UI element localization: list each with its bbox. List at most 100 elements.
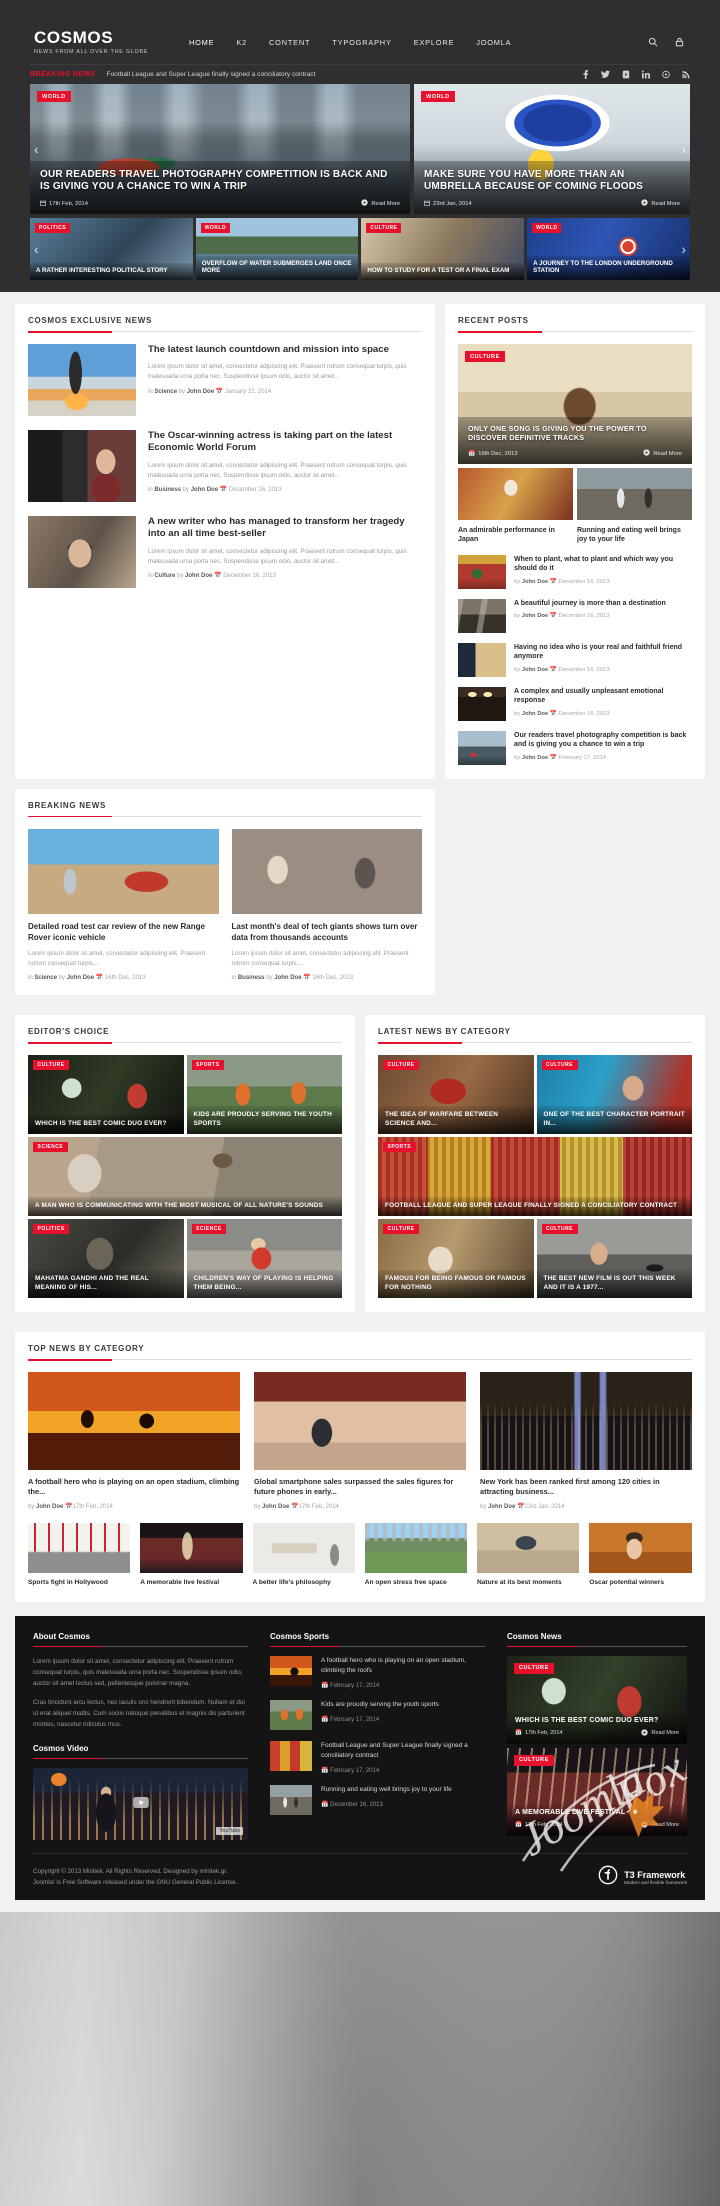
footer-sports-item[interactable]: A football hero who is playing on an ope… (270, 1655, 485, 1689)
recent-list-item[interactable]: When to plant, what to plant and which w… (458, 554, 692, 589)
thumb-item[interactable]: POLITICS A RATHER INTERESTING POLITICAL … (30, 218, 193, 280)
topnews-item[interactable]: Global smartphone sales surpassed the sa… (254, 1372, 466, 1510)
meta-author[interactable]: John Doe (522, 755, 548, 761)
article-heading[interactable]: The latest launch countdown and mission … (148, 344, 422, 356)
thumbs-next-arrow[interactable]: › (681, 241, 686, 257)
recent-list-title[interactable]: Our readers travel photography competiti… (514, 731, 692, 750)
slide-category-tag[interactable]: WORLD (37, 91, 71, 102)
youtube-play-icon[interactable] (132, 1795, 149, 1813)
mosaic-cell[interactable]: CULTURE WHICH IS THE BEST COMIC DUO EVER… (28, 1055, 184, 1135)
meta-category[interactable]: Science (34, 975, 57, 981)
recent-pair-item[interactable]: An admirable performance in Japan (458, 468, 573, 545)
article-item[interactable]: A new writer who has managed to transfor… (28, 516, 422, 588)
topnews-small-title[interactable]: Oscar potential winners (589, 1579, 691, 1588)
mosaic-cell[interactable]: SCIENCE CHILDREN'S WAY OF PLAYING IS HEL… (186, 1219, 342, 1299)
thumb-item[interactable]: CULTURE HOW TO STUDY FOR A TEST OR A FIN… (361, 218, 525, 280)
recent-hero-title[interactable]: ONLY ONE SONG IS GIVING YOU THE POWER TO… (468, 425, 682, 443)
breaking-item[interactable]: Detailed road test car review of the new… (28, 828, 219, 981)
brand[interactable]: COSMOS NEWS FROM ALL OVER THE GLOBE (30, 29, 165, 56)
footer-news-card[interactable]: CULTURE WHICH IS THE BEST COMIC DUO EVER… (507, 1655, 687, 1744)
slide-read-more[interactable]: Read More (641, 199, 680, 208)
recent-list-item[interactable]: A beautiful journey is more than a desti… (458, 598, 692, 633)
footer-news-read-more[interactable]: Read More (641, 1729, 679, 1738)
nav-item-content[interactable]: CONTENT (269, 38, 310, 47)
breaking-item[interactable]: Last month's deal of tech giants shows t… (231, 828, 423, 981)
mosaic-cell[interactable]: CULTURE THE BEST NEW FILM IS OUT THIS WE… (536, 1219, 692, 1299)
recent-list-title[interactable]: Having no idea who is your real and fait… (514, 643, 692, 662)
footer-sports-title[interactable]: A football hero who is playing on an ope… (321, 1656, 485, 1676)
nav-item-explore[interactable]: EXPLORE (414, 38, 455, 47)
meta-author[interactable]: John Doe (262, 1504, 289, 1510)
footer-news-title[interactable]: WHICH IS THE BEST COMIC DUO EVER? (515, 1717, 679, 1724)
article-item[interactable]: The latest launch countdown and mission … (28, 344, 422, 416)
footer-sports-item[interactable]: Kids are proudly serving the youth sport… (270, 1699, 485, 1730)
slide-primary[interactable]: WORLD OUR READERS TRAVEL PHOTOGRAPHY COM… (30, 84, 410, 214)
footer-sports-item[interactable]: Football League and Super League finally… (270, 1740, 485, 1774)
rss-icon[interactable] (682, 70, 690, 79)
breaking-heading[interactable]: Last month's deal of tech giants shows t… (232, 922, 423, 944)
recent-pair-item[interactable]: Running and eating well brings joy to yo… (577, 468, 692, 545)
slide-category-tag[interactable]: WORLD (421, 91, 455, 102)
breaking-news-text[interactable]: Football League and Super League finally… (106, 71, 315, 78)
article-heading[interactable]: A new writer who has managed to transfor… (148, 516, 422, 541)
slide-title[interactable]: MAKE SURE YOU HAVE MORE THAN AN UMBRELLA… (424, 169, 680, 193)
footer-news-title[interactable]: A MEMORABLE LIVE FESTIVAL (515, 1809, 679, 1816)
mosaic-cell[interactable]: CULTURE FAMOUS FOR BEING FAMOUS OR FAMOU… (378, 1219, 534, 1299)
footer-sports-title[interactable]: Kids are proudly serving the youth sport… (321, 1700, 439, 1710)
lock-icon[interactable] (675, 37, 684, 47)
topnews-heading[interactable]: Global smartphone sales surpassed the sa… (254, 1477, 466, 1498)
topnews-small-item[interactable]: Nature at its best moments (477, 1522, 580, 1588)
topnews-small-title[interactable]: A better life's philosophy (253, 1579, 355, 1588)
recent-hero-read-more[interactable]: Read More (643, 449, 682, 458)
footer-news-card[interactable]: CULTURE A MEMORABLE LIVE FESTIVAL 📅 17th… (507, 1747, 687, 1836)
footer-news-read-more[interactable]: Read More (641, 1821, 679, 1830)
meta-author[interactable]: John Doe (522, 579, 548, 585)
meta-author[interactable]: John Doe (187, 389, 214, 395)
footer-sports-title[interactable]: Football League and Super League finally… (321, 1741, 485, 1761)
thumb-item[interactable]: WORLD A JOURNEY TO THE LONDON UNDERGROUN… (527, 218, 690, 280)
mosaic-cell[interactable]: CULTURE THE IDEA OF WARFARE BETWEEN SCIE… (378, 1055, 534, 1135)
meta-author[interactable]: John Doe (488, 1504, 515, 1510)
topnews-heading[interactable]: A football hero who is playing on an ope… (28, 1477, 240, 1498)
thumbs-prev-arrow[interactable]: ‹ (34, 241, 39, 257)
mosaic-cell[interactable]: SCIENCE A MAN WHO IS COMMUNICATING WITH … (28, 1137, 342, 1217)
facebook-icon[interactable] (582, 70, 589, 79)
slide-read-more[interactable]: Read More (361, 199, 400, 208)
meta-category[interactable]: Science (154, 389, 177, 395)
nav-item-home[interactable]: HOME (189, 38, 214, 47)
meta-author[interactable]: John Doe (274, 975, 301, 981)
slide-secondary[interactable]: WORLD MAKE SURE YOU HAVE MORE THAN AN UM… (414, 84, 690, 214)
recent-hero[interactable]: CULTURE ONLY ONE SONG IS GIVING YOU THE … (458, 344, 692, 464)
meta-author[interactable]: John Doe (522, 613, 548, 619)
nav-item-typography[interactable]: TYPOGRAPHY (332, 38, 391, 47)
slider-next-arrow[interactable]: › (681, 141, 686, 157)
recent-list-title[interactable]: A beautiful journey is more than a desti… (514, 599, 666, 608)
twitter-icon[interactable] (601, 70, 610, 79)
topnews-small-item[interactable]: A better life's philosophy (252, 1522, 355, 1588)
meta-category[interactable]: Culture (154, 573, 175, 579)
mosaic-cell[interactable]: POLITICS MAHATMA GANDHI AND THE REAL MEA… (28, 1219, 184, 1299)
footer-video[interactable]: YouTube (33, 1767, 248, 1840)
topnews-small-title[interactable]: An open stress free space (365, 1579, 467, 1588)
recent-list-item[interactable]: Having no idea who is your real and fait… (458, 642, 692, 677)
breaking-heading[interactable]: Detailed road test car review of the new… (28, 922, 219, 944)
recent-list-title[interactable]: When to plant, what to plant and which w… (514, 555, 692, 574)
recent-list-item[interactable]: Our readers travel photography competiti… (458, 730, 692, 765)
topnews-heading[interactable]: New York has been ranked first among 120… (480, 1477, 692, 1498)
meta-category[interactable]: Business (154, 487, 181, 493)
topnews-item[interactable]: A football hero who is playing on an ope… (28, 1372, 240, 1510)
topnews-small-item[interactable]: An open stress free space (364, 1522, 467, 1588)
recent-pair-title[interactable]: An admirable performance in Japan (458, 526, 573, 545)
recent-pair-title[interactable]: Running and eating well brings joy to yo… (577, 526, 692, 545)
meta-author[interactable]: John Doe (67, 975, 94, 981)
recent-list-title[interactable]: A complex and usually unpleasant emotion… (514, 687, 692, 706)
mosaic-cell[interactable]: SPORTS KIDS ARE PROUDLY SERVING THE YOUT… (186, 1055, 342, 1135)
pinterest-icon[interactable] (662, 70, 670, 79)
thumb-item[interactable]: WORLD OVERFLOW OF WATER SUBMERGES LAND O… (195, 218, 359, 280)
topnews-small-item[interactable]: A memorable live festival (140, 1522, 243, 1588)
meta-author[interactable]: John Doe (191, 487, 218, 493)
topnews-small-title[interactable]: Sports fight in Hollywood (28, 1579, 130, 1588)
slide-title[interactable]: OUR READERS TRAVEL PHOTOGRAPHY COMPETITI… (40, 169, 400, 193)
article-item[interactable]: The Oscar-winning actress is taking part… (28, 430, 422, 502)
slider-prev-arrow[interactable]: ‹ (34, 141, 39, 157)
